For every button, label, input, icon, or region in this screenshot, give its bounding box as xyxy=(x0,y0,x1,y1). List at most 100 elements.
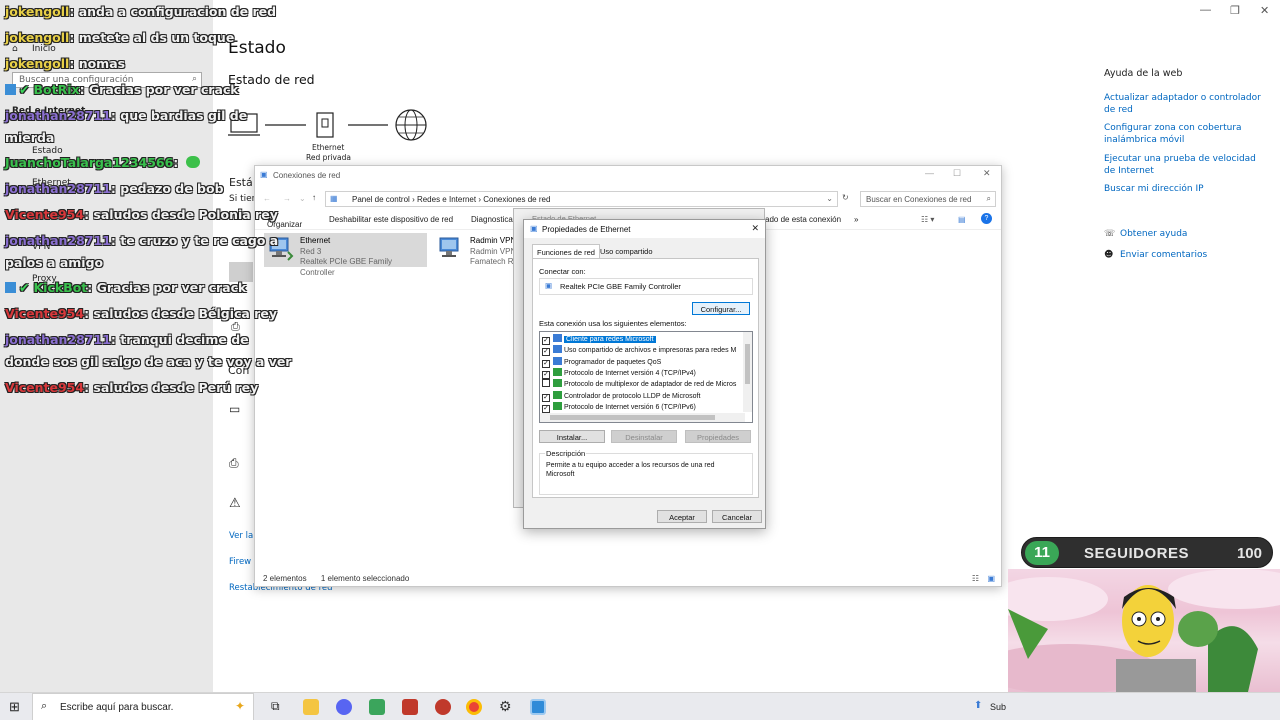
preview-pane-icon[interactable]: ▤ xyxy=(958,215,966,224)
list-horizontal-scrollbar[interactable] xyxy=(540,413,745,422)
adapter-network: Red 3 xyxy=(300,246,322,256)
help-link-speed-test[interactable]: Ejecutar una prueba de velocidad de Inte… xyxy=(1104,154,1264,177)
tab-sharing[interactable]: Uso compartido xyxy=(596,244,657,258)
component-checkbox[interactable]: ✓ xyxy=(542,370,550,379)
component-label: Protocolo de multiplexor de adaptador de… xyxy=(564,381,737,389)
component-item[interactable]: ✓ Cliente para redes Microsoft xyxy=(542,334,656,345)
chat-username[interactable]: jokengoll xyxy=(5,56,69,71)
netconn-maximize-icon[interactable]: ☐ xyxy=(953,168,961,179)
app-icon-red[interactable] xyxy=(402,699,418,715)
view-link[interactable]: Ver la xyxy=(229,531,253,541)
chat-message: jonathan28711: te cruzo y te re cago a xyxy=(5,233,278,248)
chat-username[interactable]: Vicente954 xyxy=(5,207,84,222)
component-item[interactable]: ✓ Controlador de protocolo LLDP de Micros… xyxy=(542,390,700,402)
disable-device-button[interactable]: Deshabilitar este dispositivo de red xyxy=(329,215,453,224)
maximize-icon[interactable]: ❐ xyxy=(1230,4,1240,17)
component-label: Protocolo de Internet versión 6 (TCP/IPv… xyxy=(564,403,696,411)
install-button[interactable]: Instalar... xyxy=(539,430,605,443)
address-bar[interactable]: ▦ Panel de control › Redes e Internet › … xyxy=(325,191,838,207)
breadcrumb-item[interactable]: Panel de control xyxy=(352,195,410,204)
connection-status-button[interactable]: ado de esta conexión xyxy=(765,215,841,224)
file-explorer-icon[interactable] xyxy=(303,699,319,715)
app-icon[interactable] xyxy=(369,699,385,715)
taskbar-search-input[interactable]: ⌕ Escribe aquí para buscar. ✦ xyxy=(32,693,254,720)
refresh-icon[interactable]: ↻ xyxy=(842,193,849,202)
close-icon[interactable]: ✕ xyxy=(751,223,759,234)
page-title: Estado xyxy=(228,38,286,58)
address-dropdown-icon[interactable]: ⌄ xyxy=(826,194,833,203)
network-adapter-icon xyxy=(439,237,459,257)
sharing-icon: ⎙ xyxy=(229,456,239,470)
component-item[interactable]: ✓ Uso compartido de archivos e impresoras… xyxy=(542,345,736,357)
help-link-update-adapter[interactable]: Actualizar adaptador o controlador de re… xyxy=(1104,93,1264,116)
component-item[interactable]: ✓ Programador de paquetes QoS xyxy=(542,356,662,368)
network-connections-taskbar-icon[interactable] xyxy=(530,699,546,715)
chat-username[interactable]: jokengoll xyxy=(5,4,69,19)
help-icon[interactable]: ? xyxy=(981,213,992,224)
details-view-icon[interactable]: ☷ xyxy=(972,574,979,583)
component-checkbox[interactable]: ✓ xyxy=(542,359,550,368)
component-icon xyxy=(553,334,562,342)
chrome-icon[interactable] xyxy=(466,699,482,715)
component-checkbox[interactable]: ✓ xyxy=(542,404,550,413)
configure-button[interactable]: Configurar... xyxy=(692,302,750,315)
component-item[interactable]: Protocolo de multiplexor de adaptador de… xyxy=(542,379,736,390)
chat-username[interactable]: jonathan28711 xyxy=(5,332,111,347)
large-icons-view-icon[interactable]: ▣ xyxy=(987,574,995,583)
component-icon xyxy=(553,356,562,365)
close-icon[interactable]: ✕ xyxy=(1260,4,1269,17)
windows-start-icon[interactable]: ⊞ xyxy=(9,699,20,715)
chat-username[interactable]: jonathan28711 xyxy=(5,181,111,196)
chat-username[interactable]: jonathan28711 xyxy=(5,233,111,248)
component-checkbox[interactable]: ✓ xyxy=(542,393,550,402)
list-vertical-scrollbar[interactable] xyxy=(743,332,752,412)
component-label: Programador de paquetes QoS xyxy=(564,358,662,366)
chat-username[interactable]: Vicente954 xyxy=(5,380,84,395)
get-help-link[interactable]: ☏ Obtener ayuda xyxy=(1104,229,1187,239)
app-icon-circle[interactable] xyxy=(435,699,451,715)
component-checkbox[interactable]: ✓ xyxy=(542,348,550,357)
chat-username[interactable]: Vicente954 xyxy=(5,306,84,321)
view-options-icon[interactable]: ☷ ▾ xyxy=(921,215,934,224)
sidebar-home[interactable]: Inicio xyxy=(32,44,56,54)
ok-button[interactable]: Aceptar xyxy=(657,510,707,523)
followers-count: 11 xyxy=(1025,541,1059,565)
verified-icon: ✔ xyxy=(19,82,30,97)
netconn-minimize-icon[interactable]: — xyxy=(925,168,934,178)
scrollbar-thumb[interactable] xyxy=(550,415,715,420)
chat-username[interactable]: JuanchoTalarga1234566 xyxy=(5,155,173,170)
components-list[interactable]: ✓ Cliente para redes Microsoft ✓ Uso compar… xyxy=(539,331,753,423)
forward-icon[interactable]: → xyxy=(283,194,291,203)
help-link-ip[interactable]: Buscar mi dirección IP xyxy=(1104,184,1264,196)
chat-username[interactable]: jonathan28711 xyxy=(5,108,111,123)
breadcrumb-item[interactable]: Conexiones de red xyxy=(483,195,550,204)
netconn-close-icon[interactable]: ✕ xyxy=(983,168,991,179)
component-checkbox[interactable]: ✓ xyxy=(542,337,550,345)
scrollbar-thumb[interactable] xyxy=(745,344,750,384)
tray-icon[interactable]: ⬆ xyxy=(974,700,982,711)
chat-username[interactable]: BotRix xyxy=(33,82,79,97)
component-checkbox[interactable] xyxy=(542,379,550,388)
tab-networking[interactable]: Funciones de red xyxy=(532,244,600,259)
discord-icon[interactable] xyxy=(336,699,352,715)
adapter-ethernet[interactable]: Ethernet Red 3 Realtek PCIe GBE Family C… xyxy=(264,233,427,277)
feedback-link[interactable]: ☻ Enviar comentarios xyxy=(1104,250,1207,260)
task-view-icon[interactable]: ⧉ xyxy=(271,699,280,714)
minimize-icon[interactable]: — xyxy=(1200,4,1211,16)
settings-gear-icon[interactable]: ⚙ xyxy=(499,698,512,715)
back-icon[interactable]: ← xyxy=(263,194,271,203)
chat-username[interactable]: jokengoll xyxy=(5,30,69,45)
cancel-button[interactable]: Cancelar xyxy=(712,510,762,523)
component-item[interactable]: ✓ Protocolo de Internet versión 6 (TCP/IP… xyxy=(542,401,696,413)
help-link-hotspot[interactable]: Configurar zona con cobertura inalámbric… xyxy=(1104,123,1264,146)
firewall-link[interactable]: Firew xyxy=(229,557,251,567)
recent-icon[interactable]: ⌄ xyxy=(299,194,306,203)
breadcrumb-item[interactable]: Redes e Internet xyxy=(417,195,476,204)
diagnose-button[interactable]: Diagnosticar xyxy=(471,215,515,224)
adapter-radmin-vpn[interactable]: Radmin VPN Radmin VPN Famatech Ra xyxy=(434,233,524,267)
netconn-search-input[interactable]: Buscar en Conexiones de red ⌕ xyxy=(860,191,996,207)
up-icon[interactable]: ↑ xyxy=(312,193,316,202)
chat-username[interactable]: KickBot xyxy=(33,280,87,295)
component-item[interactable]: ✓ Protocolo de Internet versión 4 (TCP/IP… xyxy=(542,367,696,379)
more-commands-button[interactable]: » xyxy=(854,215,858,224)
